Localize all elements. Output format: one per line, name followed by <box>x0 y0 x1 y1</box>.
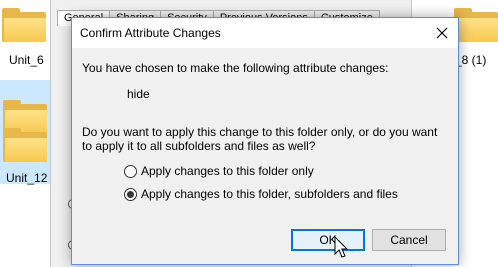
option-folder-subfolders-files[interactable]: Apply changes to this folder, subfolders… <box>124 187 398 201</box>
folder-icon[interactable] <box>2 8 46 42</box>
radio-button-selected[interactable] <box>124 187 137 201</box>
folder-label[interactable]: _8 (1) <box>455 53 486 67</box>
option-label: Apply changes to this folder only <box>141 164 314 178</box>
close-icon <box>436 27 448 39</box>
folder-icon[interactable] <box>3 128 47 162</box>
mouse-pointer-icon <box>334 236 349 258</box>
message-text: You have chosen to make the following at… <box>82 61 389 75</box>
folder-label[interactable]: Unit_6 <box>9 53 44 67</box>
cancel-button[interactable]: Cancel <box>372 229 446 251</box>
option-folder-only[interactable]: Apply changes to this folder only <box>124 164 314 178</box>
option-label: Apply changes to this folder, subfolders… <box>141 187 398 201</box>
confirm-attribute-changes-dialog: Confirm Attribute Changes You have chose… <box>71 17 459 265</box>
close-button[interactable] <box>426 18 458 48</box>
folder-icon[interactable] <box>454 8 498 42</box>
folder-label[interactable]: Unit_12 <box>6 171 47 185</box>
dialog-title: Confirm Attribute Changes <box>80 26 221 40</box>
question-text: Do you want to apply this change to this… <box>82 125 438 153</box>
radio-button[interactable] <box>124 164 137 178</box>
ok-button[interactable]: OK <box>291 229 365 251</box>
attribute-change-value: hide <box>127 87 150 101</box>
title-bar[interactable]: Confirm Attribute Changes <box>72 18 458 48</box>
